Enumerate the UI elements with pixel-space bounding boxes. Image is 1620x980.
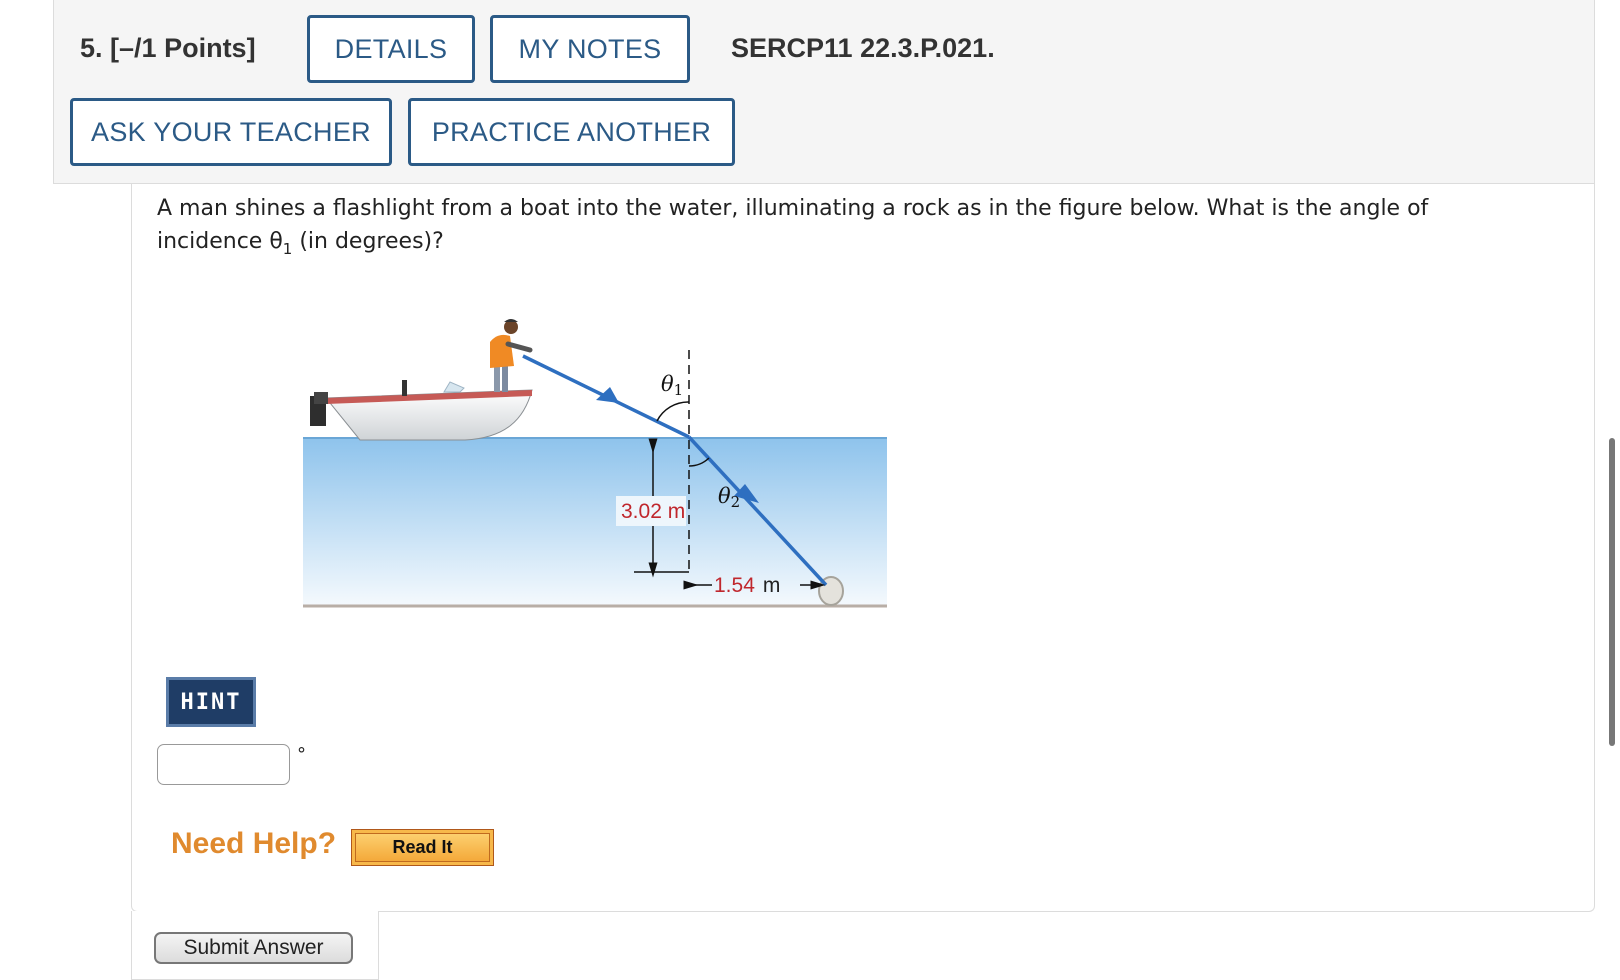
details-button[interactable]: DETAILS	[307, 15, 475, 83]
submit-answer-button[interactable]: Submit Answer	[154, 932, 353, 964]
problem-code: SERCP11 22.3.P.021.	[731, 33, 995, 63]
my-notes-button[interactable]: MY NOTES	[490, 15, 690, 83]
water	[303, 438, 887, 605]
degree-unit: °	[297, 744, 306, 765]
scrollbar[interactable]	[1609, 438, 1615, 746]
hint-button[interactable]: HINT	[166, 677, 256, 727]
read-it-label: Read It	[355, 833, 490, 862]
refraction-figure: θ1 θ2 3.02 m 1.54 m	[303, 319, 887, 608]
svg-text:1.54m: 1.54 m	[714, 574, 780, 597]
need-help-label: Need Help?	[171, 827, 337, 860]
distance-value: 1.54	[714, 574, 755, 597]
theta1-label: θ1	[661, 372, 683, 399]
points-label: [–/1 Points]	[110, 33, 256, 63]
answer-input[interactable]	[157, 744, 290, 785]
question-text: A man shines a flashlight from a boat in…	[157, 196, 1429, 258]
theta1-arc	[656, 401, 690, 422]
read-it-button[interactable]: Read It	[351, 829, 494, 866]
ask-teacher-button[interactable]: ASK YOUR TEACHER	[70, 98, 392, 166]
practice-another-button[interactable]: PRACTICE ANOTHER	[408, 98, 735, 166]
depth-label: 3.02 m	[621, 500, 685, 523]
distance-unit: m	[763, 574, 781, 597]
question-number: 5. [–/1 Points]	[80, 33, 256, 63]
